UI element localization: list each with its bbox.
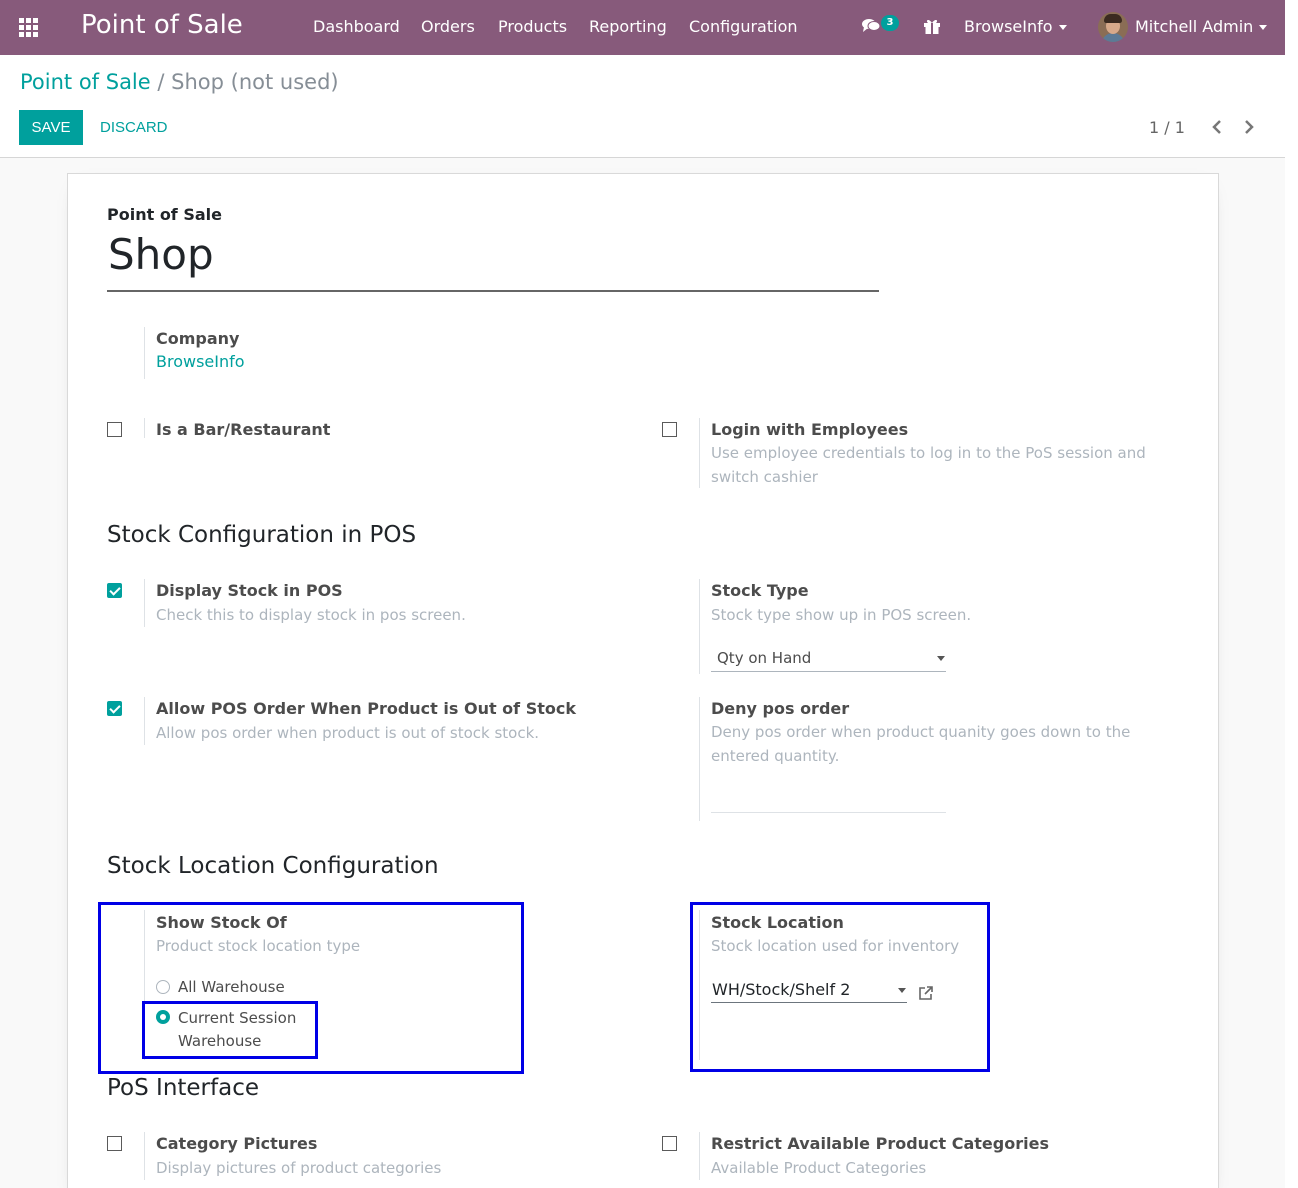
menu-dashboard[interactable]: Dashboard xyxy=(313,17,400,36)
user-menu[interactable]: Mitchell Admin xyxy=(1135,17,1268,36)
apps-menu-icon[interactable] xyxy=(19,18,39,37)
setting-divider xyxy=(144,579,145,627)
stock-type-help: Stock type show up in POS screen. xyxy=(711,606,972,624)
chevron-down-icon xyxy=(1058,25,1067,30)
gift-icon[interactable] xyxy=(923,17,941,35)
login-employees-checkbox[interactable] xyxy=(662,422,677,437)
deny-order-label: Deny pos order xyxy=(711,699,850,718)
display-stock-help: Check this to display stock in pos scree… xyxy=(156,606,466,624)
pager-value[interactable]: 1 / 1 xyxy=(1149,118,1185,137)
chat-icon[interactable] xyxy=(862,18,880,33)
chevron-right-icon[interactable] xyxy=(1242,118,1256,136)
breadcrumb-separator: / xyxy=(157,70,165,94)
highlight-box-current-session xyxy=(142,1001,318,1059)
breadcrumb: Point of Sale / Shop (not used) xyxy=(20,70,339,94)
highlight-box-stock-location xyxy=(690,902,990,1072)
name-field-underline xyxy=(107,290,879,292)
setting-divider xyxy=(699,418,700,488)
menu-products[interactable]: Products xyxy=(498,17,567,36)
save-button[interactable]: SAVE xyxy=(19,110,83,145)
stock-type-underline xyxy=(711,671,946,672)
setting-divider xyxy=(144,327,145,379)
breadcrumb-parent[interactable]: Point of Sale xyxy=(20,70,151,94)
chevron-down-icon xyxy=(937,656,945,661)
setting-divider xyxy=(144,697,145,745)
setting-divider xyxy=(699,1132,700,1180)
menu-orders[interactable]: Orders xyxy=(421,17,475,36)
menu-configuration[interactable]: Configuration xyxy=(689,17,798,36)
category-pictures-label: Category Pictures xyxy=(156,1134,318,1153)
top-navbar: Point of Sale Dashboard Orders Products … xyxy=(0,0,1285,55)
chevron-left-icon[interactable] xyxy=(1210,118,1224,136)
setting-divider xyxy=(699,579,700,674)
stock-type-select[interactable]: Qty on Hand xyxy=(717,649,811,667)
category-pictures-checkbox[interactable] xyxy=(107,1136,122,1151)
bar-restaurant-checkbox[interactable] xyxy=(107,422,122,437)
bar-restaurant-label: Is a Bar/Restaurant xyxy=(156,420,331,439)
company-switcher[interactable]: BrowseInfo xyxy=(964,17,1067,36)
chevron-down-icon xyxy=(1259,25,1268,30)
setting-divider xyxy=(144,1132,145,1180)
deny-order-help: Deny pos order when product quanity goes… xyxy=(711,723,1131,765)
name-field[interactable]: Shop xyxy=(108,230,214,279)
deny-order-underline xyxy=(711,812,946,813)
chat-count-badge: 3 xyxy=(881,15,899,31)
allow-order-oos-help: Allow pos order when product is out of s… xyxy=(156,724,540,742)
deny-order-input[interactable] xyxy=(711,792,946,812)
login-employees-label: Login with Employees xyxy=(711,420,909,439)
setting-divider xyxy=(144,418,145,438)
form-sheet: Point of Sale Shop Company BrowseInfo Is… xyxy=(67,173,1219,1188)
section-title-location-config: Stock Location Configuration xyxy=(107,853,439,879)
scrollbar-gutter[interactable] xyxy=(1285,0,1298,1188)
display-stock-checkbox[interactable] xyxy=(107,583,122,598)
company-link[interactable]: BrowseInfo xyxy=(156,352,245,371)
avatar[interactable] xyxy=(1098,12,1128,42)
app-brand: Point of Sale xyxy=(81,10,243,40)
user-name: Mitchell Admin xyxy=(1135,17,1254,36)
allow-order-oos-label: Allow POS Order When Product is Out of S… xyxy=(156,699,576,718)
section-title-stock-config: Stock Configuration in POS xyxy=(107,522,417,548)
company-label: Company xyxy=(156,329,240,348)
allow-order-oos-checkbox[interactable] xyxy=(107,701,122,716)
login-employees-help: Use employee credentials to log in to th… xyxy=(711,444,1146,486)
menu-reporting[interactable]: Reporting xyxy=(589,17,667,36)
breadcrumb-current: Shop (not used) xyxy=(171,70,339,94)
company-switcher-label: BrowseInfo xyxy=(964,17,1053,36)
restrict-categories-label: Restrict Available Product Categories xyxy=(711,1134,1049,1153)
category-pictures-help: Display pictures of product categories xyxy=(156,1159,442,1177)
section-title-interface: PoS Interface xyxy=(107,1075,260,1101)
name-field-label: Point of Sale xyxy=(107,205,222,224)
restrict-categories-help: Available Product Categories xyxy=(711,1159,927,1177)
stock-type-label: Stock Type xyxy=(711,581,809,600)
setting-divider xyxy=(699,697,700,821)
restrict-categories-checkbox[interactable] xyxy=(662,1136,677,1151)
discard-button[interactable]: DISCARD xyxy=(100,110,168,145)
display-stock-label: Display Stock in POS xyxy=(156,581,343,600)
